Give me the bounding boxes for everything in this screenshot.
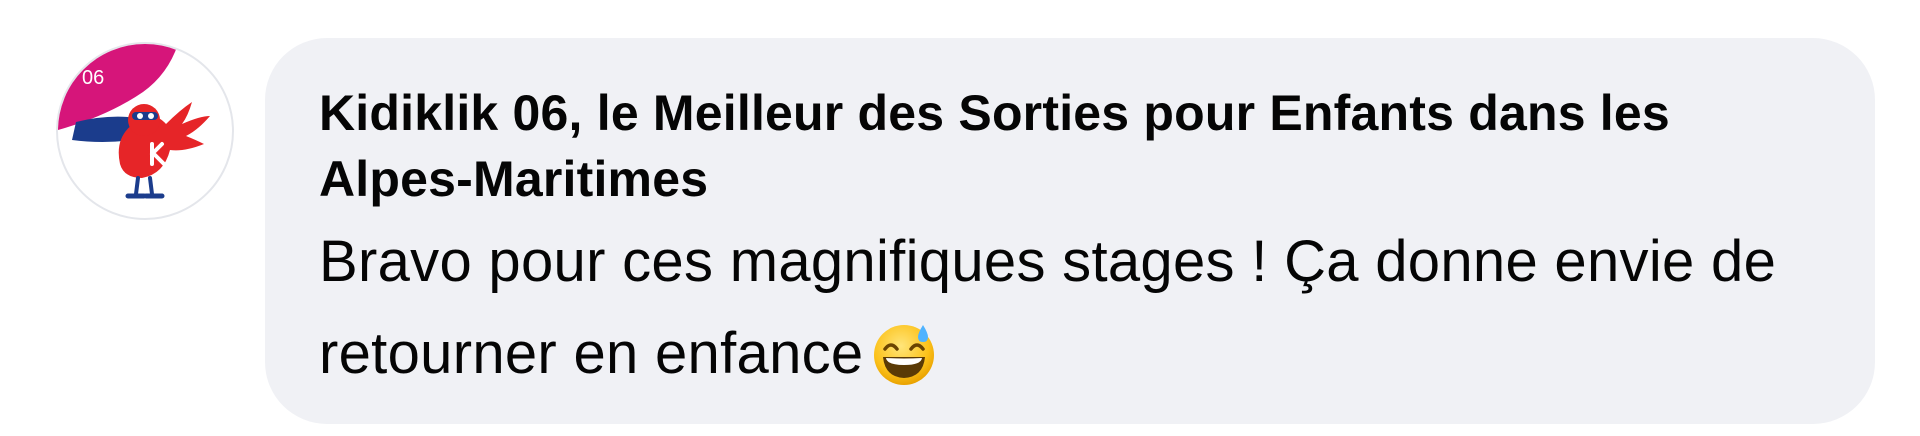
bird-eye-shape [137,113,143,119]
comment-author[interactable]: Kidiklik 06, le Meilleur des Sorties pou… [319,80,1825,212]
bird-eye-shape [148,113,154,119]
kidiklik-logo-icon: 06 [58,44,210,199]
bird-mask-shape [132,112,158,120]
comment-bubble: Kidiklik 06, le Meilleur des Sorties pou… [265,38,1875,424]
comment-text: Bravo pour ces magnifiques stages ! Ça d… [319,216,1825,414]
comment: 06 Kidiklik 06, le Meilleur des Sorties … [0,0,1920,436]
bird-legs-shape [134,176,154,196]
comment-message: Bravo pour ces magnifiques stages ! Ça d… [319,229,1777,386]
badge-text: 06 [82,67,104,89]
grinning-face-with-sweat-icon [871,321,937,414]
avatar[interactable]: 06 [56,42,234,220]
